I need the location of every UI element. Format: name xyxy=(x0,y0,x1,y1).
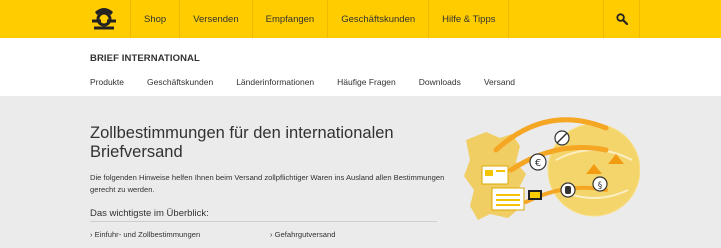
nav-item-empfangen[interactable]: Empfangen xyxy=(251,0,328,38)
subnav-item-downloads[interactable]: Downloads xyxy=(419,77,461,87)
nav-item-hilfe-tipps[interactable]: Hilfe & Tipps xyxy=(428,0,510,38)
link-gefahrgutversand[interactable]: › Gefahrgutversand xyxy=(270,230,335,239)
euro-icon: € xyxy=(529,153,547,171)
link-einfuhr-zollbestimmungen[interactable]: › Einfuhr- und Zollbestimmungen xyxy=(90,230,200,239)
page-title: Zollbestimmungen für den internationalen… xyxy=(90,124,394,161)
subnav-item-produkte[interactable]: Produkte xyxy=(90,77,124,87)
divider xyxy=(90,221,437,222)
search-icon xyxy=(615,13,628,25)
top-navigation: Shop Versenden Empfangen Geschäftskunden… xyxy=(0,0,721,38)
post-horn-logo-icon[interactable] xyxy=(84,0,124,38)
section-title: BRIEF INTERNATIONAL xyxy=(90,53,200,64)
forbidden-icon xyxy=(554,130,570,146)
nav-item-geschaeftskunden[interactable]: Geschäftskunden xyxy=(327,0,428,38)
hand-icon xyxy=(560,182,576,198)
sub-navigation: BRIEF INTERNATIONAL Produkte Geschäftsku… xyxy=(0,38,721,96)
subnav-item-haeufige-fragen[interactable]: Häufige Fragen xyxy=(337,77,396,87)
nav-item-shop[interactable]: Shop xyxy=(130,0,179,38)
intro-text: Die folgenden Hinweise helfen Ihnen beim… xyxy=(90,173,445,194)
subnav-item-laenderinformationen[interactable]: Länderinformationen xyxy=(236,77,314,87)
overview-heading: Das wichtigste im Überblick: xyxy=(90,208,209,219)
search-button[interactable] xyxy=(603,0,640,38)
customs-illustration: € § xyxy=(464,117,640,220)
nav-item-versenden[interactable]: Versenden xyxy=(179,0,251,38)
subnav-item-versand[interactable]: Versand xyxy=(484,77,515,87)
paragraph-icon: § xyxy=(592,176,608,192)
svg-text:§: § xyxy=(598,181,603,191)
svg-text:€: € xyxy=(535,158,541,169)
subnav-item-geschaeftskunden[interactable]: Geschäftskunden xyxy=(147,77,213,87)
